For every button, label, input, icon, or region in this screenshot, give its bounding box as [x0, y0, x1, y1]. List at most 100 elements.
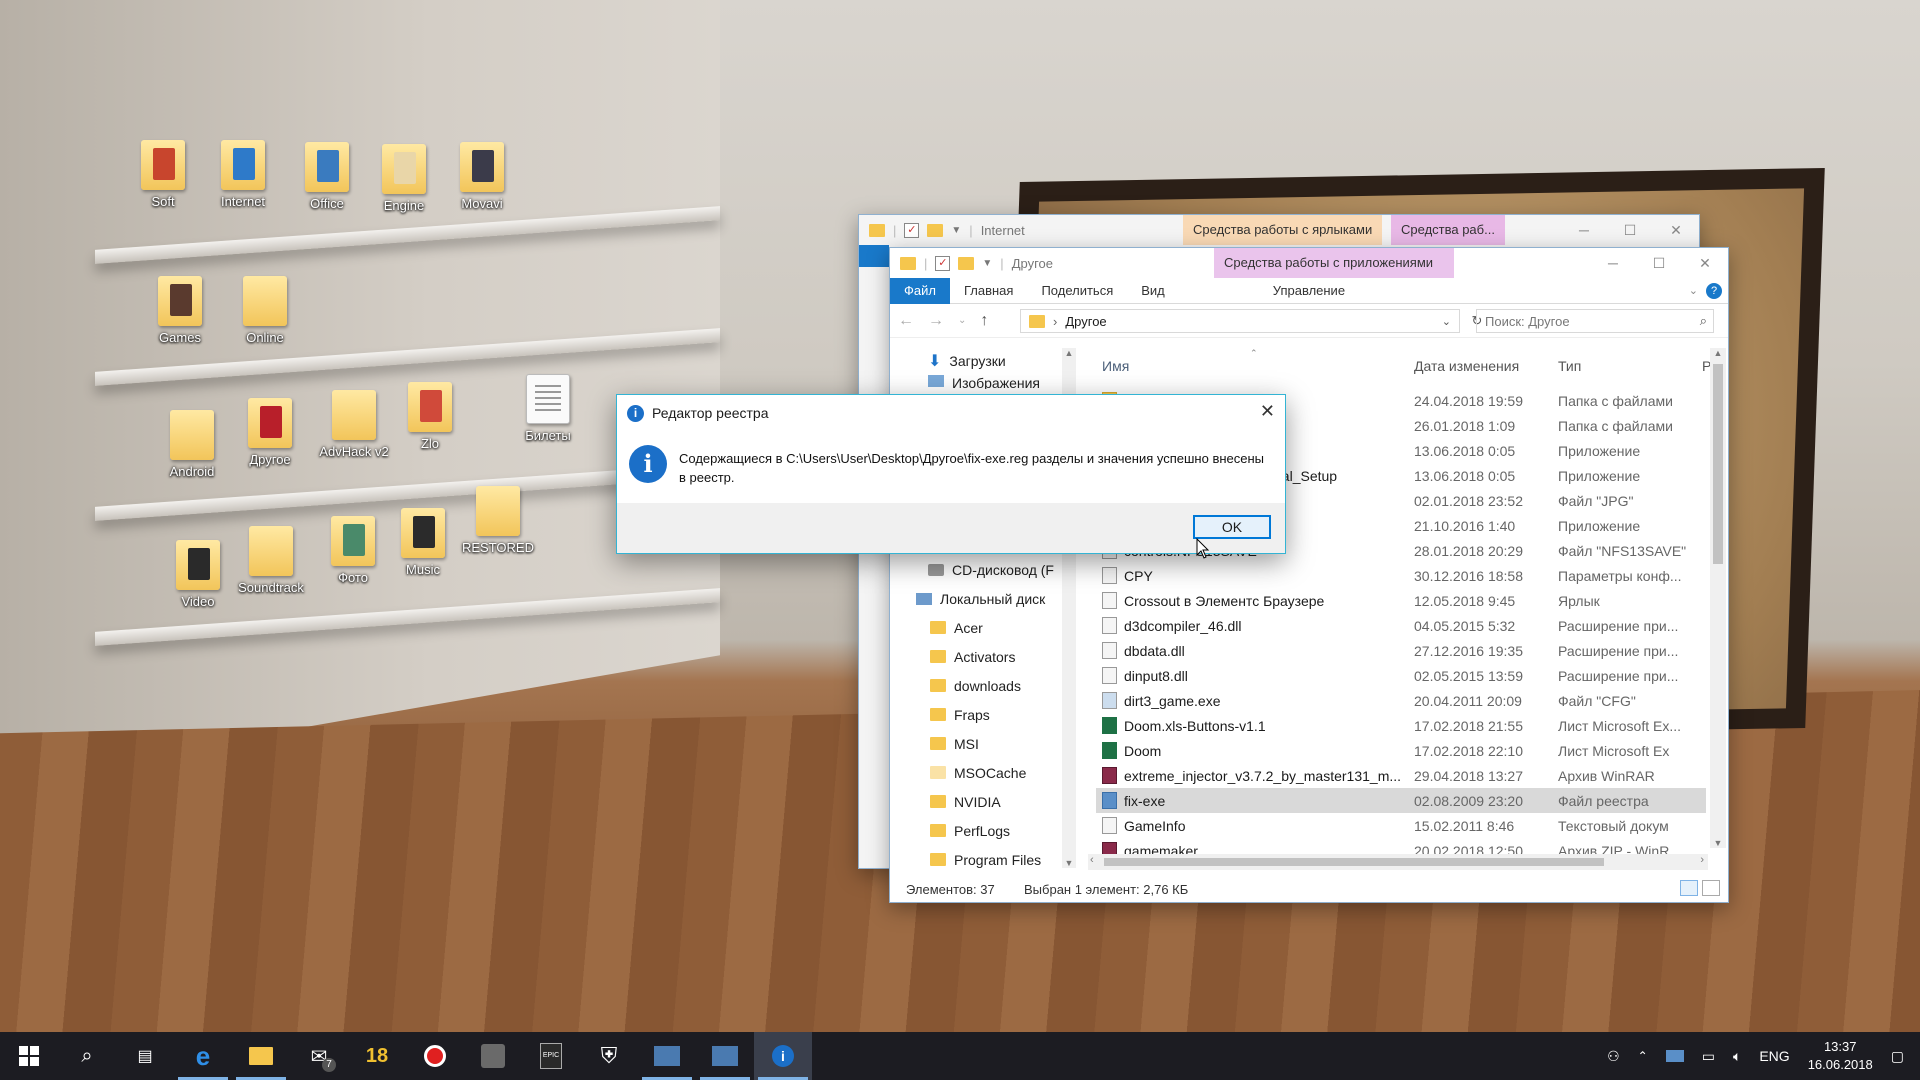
scroll-down-icon[interactable]: ▼ [1062, 858, 1076, 868]
file-row[interactable]: GameInfo 15.02.2011 8:46 Текстовый докум [1096, 813, 1706, 838]
file-row[interactable]: Doom 17.02.2018 22:10 Лист Microsoft Ex [1096, 738, 1706, 763]
help-icon[interactable]: ? [1706, 282, 1722, 299]
desktop-icon-music[interactable]: Music [383, 508, 463, 577]
nav-folder[interactable]: NVIDIA [890, 787, 1080, 816]
taskbar-explorer-window-1[interactable] [638, 1032, 696, 1080]
scroll-right-icon[interactable]: › [1700, 854, 1704, 866]
taskbar-explorer-window-2[interactable] [696, 1032, 754, 1080]
file-row[interactable]: CPY 30.12.2016 18:58 Параметры конф... [1096, 563, 1706, 588]
nav-folder[interactable]: MSOCache [890, 758, 1080, 787]
action-center-icon[interactable]: ▢ [1891, 1048, 1904, 1065]
desktop-icon-games[interactable]: Games [140, 276, 220, 345]
desktop-icon-zlo[interactable]: Zlo [390, 382, 470, 451]
desktop-icon-drugoe[interactable]: Другое [230, 398, 310, 467]
ok-button[interactable]: OK [1193, 515, 1271, 539]
new-folder-icon[interactable] [958, 256, 975, 270]
file-row[interactable]: dirt3_game.exe 20.04.2011 20:09 Файл "CFG" [1096, 688, 1706, 713]
dialog-close-button[interactable]: ✕ [1260, 401, 1275, 422]
breadcrumb[interactable]: Другое [1065, 314, 1106, 329]
chevron-down-icon[interactable]: ▼ [982, 258, 992, 269]
explorer-window[interactable]: | ✓ ▼ | Другое Средства работы с приложениям… [889, 247, 1729, 903]
large-icons-view-icon[interactable] [1702, 880, 1720, 896]
up-arrow-icon[interactable]: ↑ [980, 312, 988, 330]
desktop-icon-office[interactable]: Office [287, 142, 367, 211]
details-view-icon[interactable] [1680, 880, 1698, 896]
horizontal-scrollbar[interactable]: ‹ › [1088, 854, 1708, 870]
people-icon[interactable]: ⚇ [1607, 1048, 1620, 1065]
scroll-down-icon[interactable]: ▼ [1710, 838, 1726, 848]
close-button[interactable]: ✕ [1653, 215, 1699, 245]
file-row[interactable]: dbdata.dll 27.12.2016 19:35 Расширение при… [1096, 638, 1706, 663]
nav-folder[interactable]: PerfLogs [890, 816, 1080, 845]
tab-app-tools[interactable]: Средства раб... [1391, 215, 1505, 245]
desktop-icon-movavi[interactable]: Movavi [442, 142, 522, 211]
search-button[interactable]: ⌕ [58, 1032, 116, 1080]
desktop-icon-foto[interactable]: Фото [313, 516, 393, 585]
column-header-name[interactable]: Имя [1102, 358, 1129, 374]
column-header-type[interactable]: Тип [1558, 358, 1581, 374]
properties-icon[interactable]: ✓ [904, 222, 920, 238]
expand-ribbon-icon[interactable]: ⌄ [1689, 284, 1698, 297]
column-header-date[interactable]: Дата изменения [1414, 358, 1519, 374]
nav-folder[interactable]: Fraps [890, 700, 1080, 729]
search-icon[interactable]: ⌕ [1700, 313, 1707, 329]
back-arrow-icon[interactable]: ← [898, 312, 914, 330]
tab-app-tools[interactable]: Средства работы с приложениями [1214, 248, 1454, 278]
desktop-icon-restored[interactable]: RESTORED [458, 486, 538, 555]
nav-item-images[interactable]: Изображения [890, 375, 1080, 389]
nav-item-cd-drive[interactable]: CD-дисковод (F [890, 555, 1080, 584]
file-row[interactable]: extreme_injector_v3.7.2_by_master131_m..… [1096, 763, 1706, 788]
chevron-up-icon[interactable]: ⌃ [1638, 1049, 1648, 1063]
new-folder-icon[interactable] [927, 223, 944, 237]
hscroll-thumb[interactable] [1104, 858, 1604, 866]
volume-icon[interactable]: 🔈︎ [1733, 1048, 1741, 1065]
start-button[interactable] [0, 1032, 58, 1080]
tab-shortcut-tools[interactable]: Средства работы с ярлыками [1183, 215, 1383, 245]
file-row[interactable]: Doom.xls-Buttons-v1.1 17.02.2018 21:55 Лис… [1096, 713, 1706, 738]
desktop-icon-video[interactable]: Video [158, 540, 238, 609]
tray-app-icon[interactable] [1665, 1050, 1684, 1062]
tab-file[interactable]: Файл [890, 277, 950, 304]
tab-home[interactable]: Главная [950, 278, 1027, 304]
file-row[interactable]: dinput8.dll 02.05.2015 13:59 Расширение пр… [1096, 663, 1706, 688]
desktop-icon-soft[interactable]: Soft [123, 140, 203, 209]
taskbar-epic-games[interactable]: EPIC [522, 1032, 580, 1080]
tab-manage[interactable]: Управление [1259, 278, 1359, 304]
maximize-button[interactable]: ☐ [1607, 215, 1653, 245]
desktop-icon-advhack[interactable]: AdvHack v2 [314, 390, 394, 459]
scroll-up-icon[interactable]: ▲ [1062, 348, 1076, 358]
nav-item-downloads[interactable]: ⬇ Загрузки [890, 346, 1080, 375]
nav-folder[interactable]: Program Files [890, 845, 1080, 871]
desktop-icon-bilety[interactable]: Билеты [508, 374, 588, 443]
desktop-icon-android[interactable]: Android [152, 410, 232, 479]
search-input[interactable]: Поиск: Другое ⌕ [1476, 309, 1714, 333]
clock[interactable]: 13:37 16.06.2018 [1808, 1038, 1873, 1074]
task-view-button[interactable]: ▤ [116, 1032, 174, 1080]
taskbar-registry-editor[interactable]: i [754, 1032, 812, 1080]
taskbar-mail[interactable]: ✉ 7 [290, 1032, 348, 1080]
maximize-button[interactable]: ☐ [1636, 248, 1682, 278]
registry-editor-dialog[interactable]: i Редактор реестра ✕ i Содержащиеся в C:… [616, 394, 1286, 554]
file-tab-partial[interactable] [859, 245, 889, 267]
scroll-thumb[interactable] [1713, 364, 1723, 564]
nav-folder[interactable]: MSI [890, 729, 1080, 758]
forward-arrow-icon[interactable]: → [928, 312, 944, 330]
file-row[interactable]: d3dcompiler_46.dll 04.05.2015 5:32 Расшире… [1096, 613, 1706, 638]
nav-item-local-disk[interactable]: Локальный диск [890, 584, 1080, 613]
tab-view[interactable]: Вид [1127, 278, 1179, 304]
file-row-selected[interactable]: fix-exe 02.08.2009 23:20 Файл реестра [1096, 788, 1706, 813]
address-bar[interactable]: › Другое ⌄ [1020, 309, 1460, 333]
desktop-icon-online[interactable]: Online [225, 276, 305, 345]
close-button[interactable]: ✕ [1682, 248, 1728, 278]
minimize-button[interactable]: ─ [1561, 215, 1607, 245]
properties-icon[interactable]: ✓ [935, 255, 951, 271]
desktop-icon-internet[interactable]: Internet [203, 140, 283, 209]
desktop-icon-engine[interactable]: Engine [364, 144, 444, 213]
taskbar-edge[interactable]: e [174, 1032, 232, 1080]
taskbar-app-18[interactable]: 18 [348, 1032, 406, 1080]
language-indicator[interactable]: ENG [1759, 1048, 1789, 1064]
address-dropdown-icon[interactable]: ⌄ [1442, 315, 1451, 328]
nav-folder[interactable]: Activators [890, 642, 1080, 671]
scroll-up-icon[interactable]: ▲ [1710, 348, 1726, 358]
taskbar-game-1[interactable] [464, 1032, 522, 1080]
